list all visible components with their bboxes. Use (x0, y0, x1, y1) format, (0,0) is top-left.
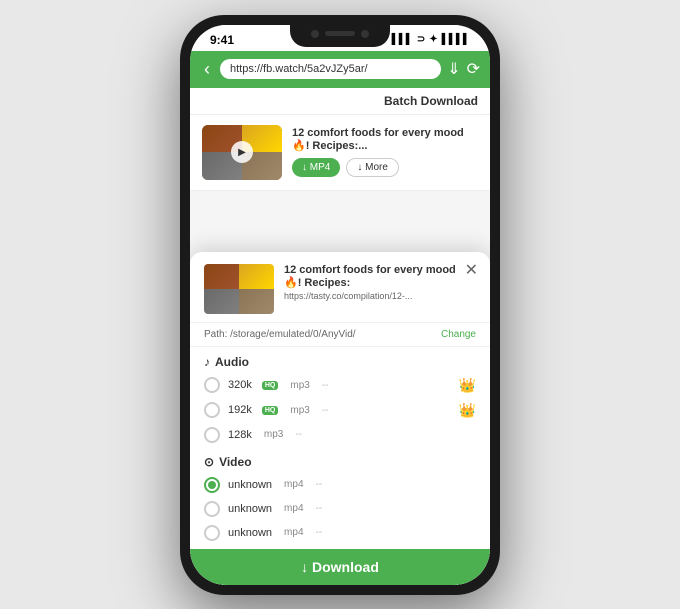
bluetooth-icon: ✦ (429, 34, 437, 45)
phone-screen: 9:41 ▌▌▌ ⊃ ✦ ▌▌▌▌ ‹ ⇓ ⟳ Batch Download (190, 25, 490, 585)
batch-download-header: Batch Download (190, 88, 490, 115)
audio-option-192k[interactable]: 192k HQ mp3 -- 👑 (190, 398, 490, 423)
video-card: ▶ 12 comfort foods for every mood 🔥! Rec… (190, 115, 490, 191)
quality-128k: 128k (228, 429, 252, 441)
audio-option-128k[interactable]: 128k mp3 -- (190, 423, 490, 447)
video-quality-2: unknown (228, 503, 272, 515)
format-mp3-2: mp3 (290, 405, 309, 416)
signal-icon: ▌▌▌ (392, 34, 413, 45)
format-mp3-3: mp3 (264, 429, 283, 440)
play-button-overlay[interactable]: ▶ (231, 141, 253, 163)
video-info: 12 comfort foods for every mood 🔥! Recip… (292, 127, 478, 177)
video-format-3: mp4 (284, 527, 303, 538)
radio-320k[interactable] (204, 377, 220, 393)
status-time: 9:41 (210, 33, 234, 47)
audio-icon: ♪ (204, 355, 210, 369)
url-input[interactable] (220, 59, 441, 79)
video-title: 12 comfort foods for every mood 🔥! Recip… (292, 127, 478, 152)
change-path-button[interactable]: Change (441, 329, 476, 340)
video-buttons: ↓ MP4 ↓ More (292, 158, 478, 177)
video-format-2: mp4 (284, 503, 303, 514)
video-dash-2: -- (316, 503, 323, 514)
video-option-1[interactable]: unknown mp4 -- (190, 473, 490, 497)
notch-pill (325, 31, 355, 36)
path-label: Path: /storage/emulated/0/AnyVid/ (204, 329, 356, 340)
video-format-1: mp4 (284, 479, 303, 490)
radio-128k[interactable] (204, 427, 220, 443)
video-quality-1: unknown (228, 479, 272, 491)
modal-thumb-1 (204, 264, 239, 289)
video-section-title: ⊙ Video (190, 447, 490, 473)
url-bar-area: ‹ ⇓ ⟳ (190, 51, 490, 88)
radio-192k[interactable] (204, 402, 220, 418)
dash-3: -- (295, 429, 302, 440)
modal-info-text: 12 comfort foods for every mood 🔥! Recip… (284, 264, 476, 314)
hq-badge-2: HQ (262, 406, 279, 415)
mp4-button[interactable]: ↓ MP4 (292, 158, 340, 177)
radio-video-3[interactable] (204, 525, 220, 541)
download-icon[interactable]: ⇓ (447, 59, 460, 79)
hq-badge-1: HQ (262, 381, 279, 390)
format-mp3-1: mp3 (290, 380, 309, 391)
video-option-2[interactable]: unknown mp4 -- (190, 497, 490, 521)
batch-download-label: Batch Download (384, 94, 478, 108)
modal-close-button[interactable]: ✕ (465, 260, 478, 280)
download-button[interactable]: ↓ Download (190, 549, 490, 585)
video-option-3[interactable]: unknown mp4 -- (190, 521, 490, 545)
quality-320k: 320k (228, 379, 252, 391)
refresh-icon[interactable]: ⟳ (467, 59, 480, 79)
quality-192k: 192k (228, 404, 252, 416)
video-section-icon: ⊙ (204, 455, 214, 469)
dash-1: -- (322, 380, 329, 391)
modal-video-info: 12 comfort foods for every mood 🔥! Recip… (190, 252, 490, 323)
dash-2: -- (322, 405, 329, 416)
audio-section-title: ♪ Audio (190, 347, 490, 373)
download-modal: ✕ 12 comfort foods for every mood 🔥! Rec… (190, 252, 490, 585)
more-button[interactable]: ↓ More (346, 158, 399, 177)
radio-video-1[interactable] (204, 477, 220, 493)
notch-dot-2 (361, 30, 369, 38)
crown-icon-2: 👑 (459, 402, 476, 419)
modal-thumbnail (204, 264, 274, 314)
radio-video-2[interactable] (204, 501, 220, 517)
content-area: Batch Download ▶ 12 comfort foods for ev… (190, 88, 490, 585)
notch (290, 25, 390, 47)
video-label: Video (219, 455, 251, 469)
modal-thumb-3 (204, 289, 239, 314)
modal-video-url: https://tasty.co/compilation/12-... (284, 291, 476, 301)
modal-video-title: 12 comfort foods for every mood 🔥! Recip… (284, 264, 476, 289)
video-dash-1: -- (316, 479, 323, 490)
audio-option-320k[interactable]: 320k HQ mp3 -- 👑 (190, 373, 490, 398)
video-quality-3: unknown (228, 527, 272, 539)
notch-dot (311, 30, 319, 38)
path-row: Path: /storage/emulated/0/AnyVid/ Change (190, 323, 490, 347)
audio-label: Audio (215, 355, 249, 369)
modal-thumb-2 (239, 264, 274, 289)
crown-icon-1: 👑 (459, 377, 476, 394)
video-thumbnail: ▶ (202, 125, 282, 180)
download-label: ↓ Download (301, 559, 379, 575)
video-dash-3: -- (316, 527, 323, 538)
wifi-icon: ⊃ (417, 34, 425, 45)
battery-icon: ▌▌▌▌ (442, 34, 470, 45)
back-button[interactable]: ‹ (200, 57, 214, 82)
status-icons: ▌▌▌ ⊃ ✦ ▌▌▌▌ (392, 34, 470, 45)
modal-thumb-4 (239, 289, 274, 314)
phone-frame: 9:41 ▌▌▌ ⊃ ✦ ▌▌▌▌ ‹ ⇓ ⟳ Batch Download (180, 15, 500, 595)
